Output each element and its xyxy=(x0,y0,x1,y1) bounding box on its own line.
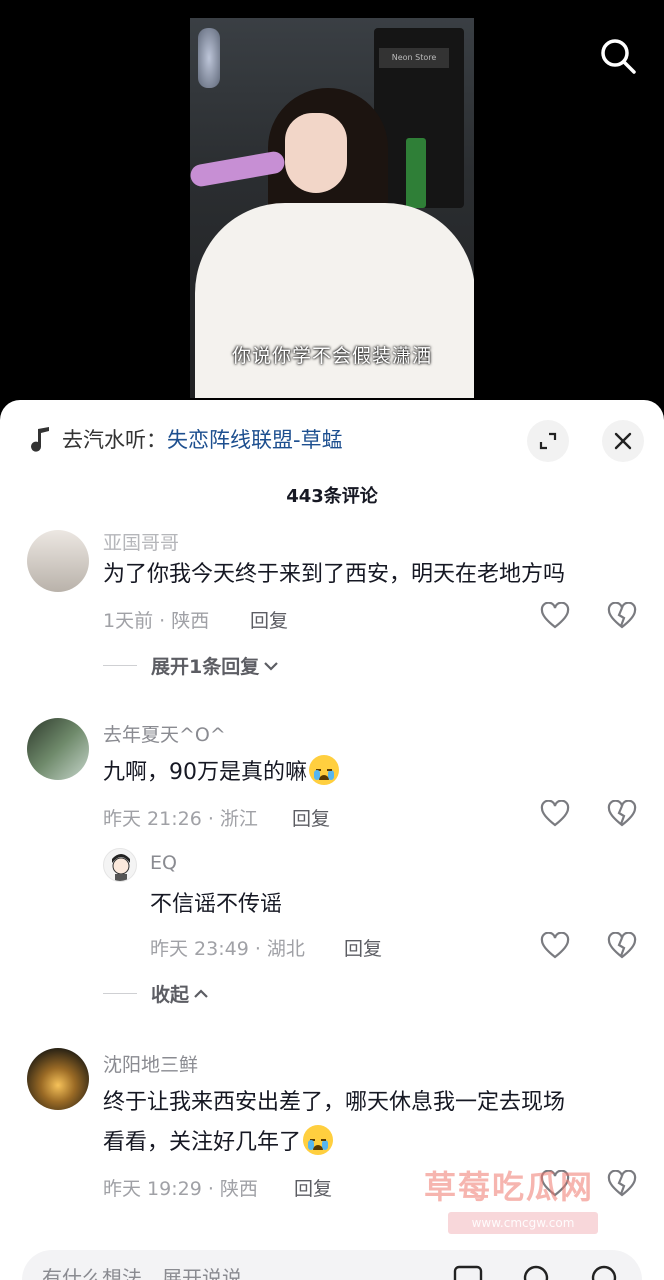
reply-button[interactable]: 回复 xyxy=(250,606,288,633)
avatar[interactable] xyxy=(27,1048,89,1110)
comment-text-content: 九啊，90万是真的嘛 xyxy=(103,760,307,785)
comment-author[interactable]: 亚国哥哥 xyxy=(103,528,179,555)
crying-emoji-icon xyxy=(309,755,339,785)
broken-heart-icon[interactable] xyxy=(607,932,637,960)
video-caption: 你说你学不会假装潇洒 xyxy=(231,345,432,367)
comment-input-placeholder[interactable]: 有什么想法，展开说说 xyxy=(42,1262,242,1280)
heart-icon[interactable] xyxy=(540,602,570,630)
expand-button[interactable] xyxy=(527,420,569,462)
video-frame[interactable]: Neon Store 你说你学不会假装潇洒 xyxy=(190,18,474,398)
sheet-header: 去汽水听： 失恋阵线联盟-草蜢 443条评论 xyxy=(0,400,664,507)
music-note-icon xyxy=(31,427,49,452)
background-green-item xyxy=(406,138,426,208)
comment-sheet: 去汽水听： 失恋阵线联盟-草蜢 443条评论 亚国哥哥 为了你我今天终于来到了西… xyxy=(0,400,664,1280)
avatar[interactable] xyxy=(27,718,89,780)
reply-button[interactable]: 回复 xyxy=(294,1174,332,1201)
comment-meta: 昨天 19:29 · 陕西 xyxy=(103,1178,258,1200)
close-icon xyxy=(614,432,632,450)
comment-text: 九啊，90万是真的嘛 xyxy=(103,754,339,792)
store-sign: Neon Store xyxy=(379,48,449,68)
singer-face xyxy=(285,113,347,193)
search-button[interactable] xyxy=(598,36,638,76)
comment-author[interactable]: 去年夏天^O^ xyxy=(103,720,226,747)
collapse-replies-label: 收起 xyxy=(151,984,190,1006)
comment-count: 443条评论 xyxy=(286,486,378,507)
avatar[interactable] xyxy=(27,530,89,592)
collapse-replies-toggle[interactable]: 收起 xyxy=(103,980,209,1007)
emoji-icon[interactable] xyxy=(588,1264,620,1280)
comment-text-line1: 终于让我来西安出差了，哪天休息我一定去现场 xyxy=(103,1090,566,1115)
search-icon xyxy=(601,39,636,74)
reply-avatar[interactable] xyxy=(103,848,137,882)
chevron-up-icon xyxy=(194,988,208,998)
heart-icon[interactable] xyxy=(540,800,570,828)
expand-replies-label: 展开1条回复 xyxy=(151,656,260,678)
comment-meta: 昨天 21:26 · 浙江 xyxy=(103,808,258,830)
music-link-row[interactable]: 去汽水听： 失恋阵线联盟-草蜢 xyxy=(30,424,343,454)
divider xyxy=(103,993,137,994)
broken-heart-icon[interactable] xyxy=(607,800,637,828)
reply-author[interactable]: EQ xyxy=(150,852,177,874)
divider xyxy=(103,665,137,666)
comment-text-content: 看看，关注好几年了 xyxy=(103,1130,302,1155)
reply-button[interactable]: 回复 xyxy=(292,804,330,831)
expand-icon xyxy=(539,432,557,450)
music-prefix: 去汽水听： xyxy=(62,428,167,452)
music-title-link[interactable]: 失恋阵线联盟-草蜢 xyxy=(167,424,343,454)
chevron-down-icon xyxy=(264,661,279,671)
watermark-text: 草莓吃瓜网 xyxy=(424,1168,595,1206)
comment-input-bar[interactable]: 有什么想法，展开说说 xyxy=(22,1250,642,1280)
at-icon[interactable] xyxy=(520,1264,552,1280)
broken-heart-icon[interactable] xyxy=(607,1170,637,1198)
comment-text: 为了你我今天终于来到了西安，明天在老地方吗 xyxy=(103,562,566,587)
singer-body xyxy=(195,203,474,398)
comment-text-line2: 看看，关注好几年了 xyxy=(103,1124,334,1162)
broken-heart-icon[interactable] xyxy=(607,602,637,630)
cartoon-boy-icon xyxy=(112,854,130,881)
video-area[interactable]: Neon Store 你说你学不会假装潇洒 xyxy=(0,0,664,410)
heart-icon[interactable] xyxy=(540,932,570,960)
input-actions xyxy=(452,1264,620,1280)
background-light xyxy=(198,28,220,88)
reply-meta: 昨天 23:49 · 湖北 xyxy=(150,938,305,960)
reply-button[interactable]: 回复 xyxy=(344,934,382,961)
expand-replies-toggle[interactable]: 展开1条回复 xyxy=(103,652,279,679)
close-button[interactable] xyxy=(602,420,644,462)
image-icon[interactable] xyxy=(452,1264,484,1280)
comment-meta: 1天前 · 陕西 xyxy=(103,610,210,632)
reply-text: 不信谣不传谣 xyxy=(150,892,283,917)
comment-author[interactable]: 沈阳地三鲜 xyxy=(103,1050,198,1077)
watermark-url: www.cmcgw.com xyxy=(448,1212,598,1234)
crying-emoji-icon xyxy=(303,1125,334,1155)
